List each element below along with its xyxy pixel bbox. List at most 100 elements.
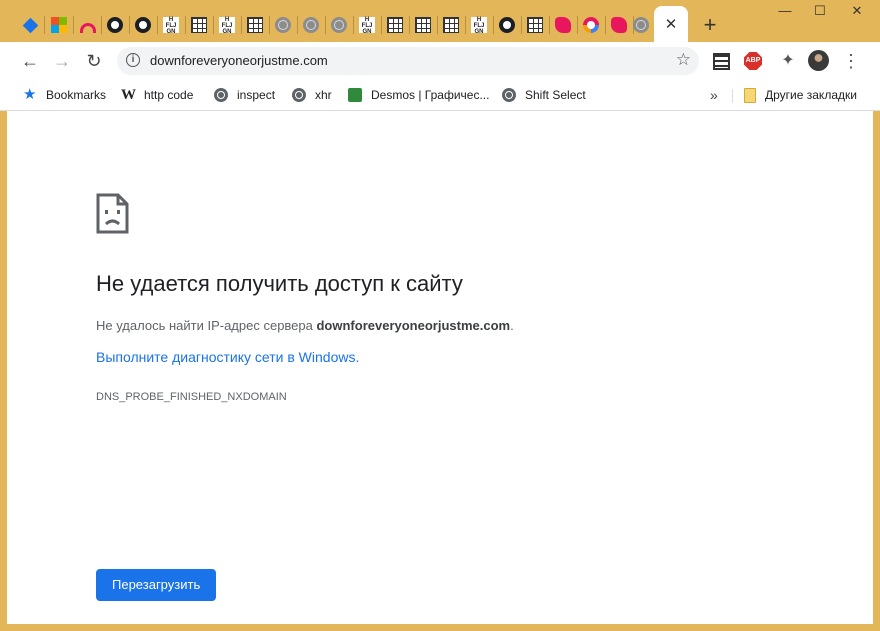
bookmark-item[interactable]: Shift Select — [502, 85, 586, 105]
globe-icon — [331, 17, 347, 33]
reload-button[interactable]: Перезагрузить — [96, 569, 217, 601]
back-button[interactable]: ← — [17, 48, 43, 74]
description-suffix: . — [510, 318, 514, 333]
bookmark-star-icon[interactable]: ☆ — [676, 50, 691, 70]
tab[interactable] — [301, 12, 321, 38]
tab-divider — [409, 16, 410, 34]
close-window-button[interactable]: ✕ — [842, 0, 872, 22]
bookmark-label: Shift Select — [525, 88, 586, 102]
other-bookmarks-label: Другие закладки — [765, 88, 857, 102]
tab-divider — [549, 16, 550, 34]
tab-divider — [213, 16, 214, 34]
bookmark-label: inspect — [237, 88, 276, 102]
bookmark-item[interactable]: xhr — [292, 85, 332, 105]
info-icon[interactable]: i — [126, 53, 140, 67]
text-badge-icon: H FLJ GN — [219, 17, 235, 35]
sheet-icon — [247, 17, 263, 33]
tab[interactable] — [413, 12, 433, 38]
avatar[interactable] — [808, 50, 829, 71]
description-domain: downforeveryoneorjustme.com — [316, 318, 511, 333]
other-bookmarks-folder[interactable]: Другие закладки — [744, 85, 857, 105]
tab[interactable]: H FLJ GN — [357, 12, 377, 38]
tab[interactable]: H FLJ GN — [469, 12, 489, 38]
globe-icon — [303, 17, 319, 33]
bookmark-item[interactable]: ★ Bookmarks — [23, 85, 106, 105]
folder-icon — [744, 87, 756, 103]
pink-icon — [611, 17, 627, 33]
tab[interactable] — [189, 12, 209, 38]
error-description: Не удалось найти IP-адрес сервера downfo… — [96, 318, 514, 333]
tab-divider — [101, 16, 102, 34]
tab-divider — [241, 16, 242, 34]
tab[interactable] — [105, 12, 125, 38]
error-code: DNS_PROBE_FINISHED_NXDOMAIN — [96, 391, 287, 403]
sheet-icon — [527, 17, 543, 33]
tab[interactable] — [497, 12, 517, 38]
tab-divider — [73, 16, 74, 34]
star-icon: ★ — [23, 86, 37, 103]
tab[interactable] — [329, 12, 349, 38]
tab-divider — [269, 16, 270, 34]
tab[interactable] — [441, 12, 461, 38]
globe-icon — [292, 88, 306, 102]
tab[interactable] — [133, 12, 153, 38]
desmos-icon — [348, 88, 362, 102]
address-bar[interactable]: i downforeveryoneorjustme.com ☆ — [117, 47, 699, 75]
tab[interactable] — [385, 12, 405, 38]
forward-button[interactable]: → — [49, 48, 75, 74]
tab[interactable] — [20, 12, 40, 38]
bookmark-item[interactable]: W http code — [121, 85, 193, 105]
bookmark-item[interactable]: inspect — [214, 85, 275, 105]
toolbar: ← → ↻ i downforeveryoneorjustme.com ☆ AB… — [0, 42, 880, 80]
tab-divider — [129, 16, 130, 34]
extensions-puzzle-icon[interactable]: ✦ — [778, 51, 798, 71]
tab[interactable] — [49, 12, 69, 38]
bookmark-label: http code — [144, 88, 194, 102]
description-text: Не удалось найти IP-адрес сервера — [96, 318, 317, 333]
wikipedia-icon: W — [121, 87, 136, 103]
active-tab[interactable]: ✕ — [654, 6, 688, 42]
close-tab-icon[interactable]: ✕ — [665, 15, 678, 33]
adblock-plus-icon[interactable]: ABP — [744, 52, 762, 70]
tab-divider — [353, 16, 354, 34]
tab[interactable]: H FLJ GN — [161, 12, 181, 38]
network-diagnostics-link[interactable]: Выполните диагностику сети в Windows. — [96, 349, 359, 365]
new-tab-button[interactable]: + — [698, 12, 722, 38]
tab-divider — [521, 16, 522, 34]
bookmark-label: Bookmarks — [46, 88, 107, 102]
tab[interactable] — [525, 12, 545, 38]
tab-strip: H FLJ GN H FLJ GN H FLJ GN H FLJ GN ✕ + … — [0, 0, 880, 42]
text-badge-icon: H FLJ GN — [359, 17, 375, 35]
tab[interactable] — [245, 12, 265, 38]
sheet-icon — [415, 17, 431, 33]
tab[interactable] — [273, 12, 293, 38]
globe-icon — [275, 17, 291, 33]
sad-page-icon — [96, 193, 129, 234]
reading-list-icon[interactable] — [713, 53, 730, 70]
text-badge-icon: H FLJ GN — [163, 17, 179, 35]
bookmark-item[interactable]: Desmos | Графичес... — [348, 85, 489, 105]
tab[interactable] — [78, 12, 98, 38]
tab[interactable] — [631, 12, 651, 38]
minimize-button[interactable]: — — [770, 0, 800, 22]
bookmarks-overflow-button[interactable]: » — [710, 85, 718, 105]
tab-divider — [493, 16, 494, 34]
tab[interactable]: H FLJ GN — [217, 12, 237, 38]
tab-divider — [157, 16, 158, 34]
tab[interactable] — [553, 12, 573, 38]
ring-icon — [583, 17, 599, 33]
globe-icon — [502, 88, 516, 102]
tab[interactable] — [581, 12, 601, 38]
sheet-icon — [387, 17, 403, 33]
url-text[interactable]: downforeveryoneorjustme.com — [150, 53, 328, 68]
maximize-button[interactable]: ☐ — [805, 0, 835, 22]
sheet-icon — [191, 17, 207, 33]
tab[interactable] — [609, 12, 629, 38]
globe-icon — [633, 17, 649, 33]
arc-icon — [80, 23, 96, 33]
reload-icon-button[interactable]: ↻ — [81, 48, 107, 74]
github-icon — [135, 17, 151, 33]
tab-divider — [465, 16, 466, 34]
bookmarks-bar: ★ Bookmarks W http code inspect xhr Desm… — [0, 80, 880, 111]
menu-dots-icon[interactable]: ⋮ — [842, 48, 860, 74]
